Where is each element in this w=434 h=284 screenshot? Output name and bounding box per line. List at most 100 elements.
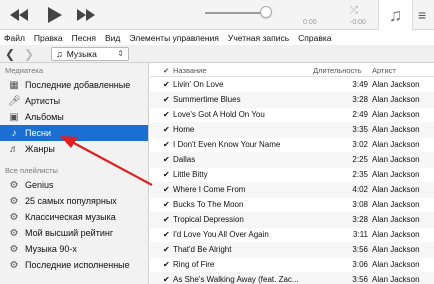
back-button[interactable]: ❮: [5, 47, 15, 61]
volume-slider-track[interactable]: [205, 12, 268, 14]
table-row[interactable]: ✔ Ring of Fire 3:06 Alan Jackson: [150, 257, 434, 273]
list-menu-icon[interactable]: ≡: [418, 7, 426, 23]
menu-view[interactable]: Вид: [105, 33, 120, 43]
song-title: Ring of Fire: [173, 260, 215, 269]
song-artist: Alan Jackson: [372, 245, 420, 254]
column-header-name[interactable]: Название: [173, 66, 207, 75]
table-row[interactable]: ✔ I'd Love You All Over Again 3:11 Alan Jac…: [150, 227, 434, 243]
sidebar-item-label: 25 самых популярных: [25, 196, 117, 206]
check-column-icon[interactable]: ✔: [163, 66, 169, 75]
fast-forward-icon: [77, 9, 95, 21]
rewind-button[interactable]: [8, 5, 30, 25]
menu-help[interactable]: Справка: [298, 33, 331, 43]
fast-forward-button[interactable]: [75, 5, 97, 25]
menu-file[interactable]: Файл: [4, 33, 25, 43]
music-note-icon: ♫: [388, 4, 403, 25]
checkbox-icon[interactable]: ✔: [163, 260, 170, 269]
forward-button[interactable]: ❯: [24, 47, 34, 61]
sidebar-item-recently-played[interactable]: ⚙ Последние исполненные: [0, 257, 148, 273]
checkbox-icon[interactable]: ✔: [163, 155, 170, 164]
song-artist: Alan Jackson: [372, 140, 420, 149]
menu-song[interactable]: Песня: [72, 33, 96, 43]
table-row[interactable]: ✔ I Don't Even Know Your Name 3:02 Alan Jac…: [150, 137, 434, 153]
checkbox-icon[interactable]: ✔: [163, 200, 170, 209]
song-artist: Alan Jackson: [372, 260, 420, 269]
checkbox-icon[interactable]: ✔: [163, 245, 170, 254]
library-section-header: Медиатека: [5, 66, 44, 75]
song-artist: Alan Jackson: [372, 80, 420, 89]
table-row[interactable]: ✔ Little Bitty 2:35 Alan Jackson: [150, 167, 434, 183]
checkbox-icon[interactable]: ✔: [163, 95, 170, 104]
song-duration: 2:25: [352, 155, 368, 164]
gear-icon: ⚙: [9, 259, 19, 271]
rewind-icon: [10, 9, 28, 21]
sidebar-item-genres[interactable]: ♬ Жанры: [0, 141, 148, 157]
gear-icon: ⚙: [9, 179, 19, 191]
song-list: ✔ Название Длительность Артист ✔ Livin' O…: [150, 63, 434, 284]
column-header-artist[interactable]: Артист: [372, 66, 396, 75]
table-row[interactable]: ✔ Love's Got A Hold On You 2:49 Alan Jackso…: [150, 107, 434, 123]
song-artist: Alan Jackson: [372, 170, 420, 179]
song-artist: Alan Jackson: [372, 125, 420, 134]
sidebar-item-90s-music[interactable]: ⚙ Музыка 90-х: [0, 241, 148, 257]
checkbox-icon[interactable]: ✔: [163, 185, 170, 194]
song-artist: Alan Jackson: [372, 110, 420, 119]
library-selector-label: Музыка: [66, 49, 97, 59]
table-row[interactable]: ✔ As She's Walking Away (feat. Zac... 3:56…: [150, 272, 434, 284]
menu-edit[interactable]: Правка: [34, 33, 63, 43]
song-title: Where I Come From: [173, 185, 246, 194]
song-artist: Alan Jackson: [372, 200, 420, 209]
song-duration: 3:11: [353, 230, 368, 239]
gear-icon: ⚙: [9, 243, 19, 255]
sidebar: Медиатека ▦ Последние добавленные 🎤︎ Арт…: [0, 63, 149, 284]
now-playing-art: ♫: [378, 0, 413, 30]
checkbox-icon[interactable]: ✔: [163, 275, 170, 284]
song-duration: 3:28: [352, 215, 368, 224]
sidebar-item-artists[interactable]: 🎤︎ Артисты: [0, 93, 148, 109]
checkbox-icon[interactable]: ✔: [163, 110, 170, 119]
checkbox-icon[interactable]: ✔: [163, 140, 170, 149]
table-row[interactable]: ✔ Livin' On Love 3:49 Alan Jackson: [150, 77, 434, 93]
gear-icon: ⚙: [9, 195, 19, 207]
play-button[interactable]: [45, 5, 65, 25]
song-duration: 4:02: [352, 185, 368, 194]
sidebar-item-genius[interactable]: ⚙ Genius: [0, 177, 148, 193]
table-row[interactable]: ✔ That'd Be Alright 3:56 Alan Jackson: [150, 242, 434, 258]
menu-account[interactable]: Учетная запись: [228, 33, 289, 43]
song-duration: 3:08: [352, 200, 368, 209]
table-row[interactable]: ✔ Summertime Blues 3:28 Alan Jackson: [150, 92, 434, 108]
volume-slider-knob[interactable]: [260, 6, 272, 18]
song-artist: Alan Jackson: [372, 155, 420, 164]
sidebar-item-label: Жанры: [25, 144, 55, 154]
sidebar-item-albums[interactable]: ▣ Альбомы: [0, 109, 148, 125]
song-title: Livin' On Love: [173, 80, 224, 89]
checkbox-icon[interactable]: ✔: [163, 230, 170, 239]
sidebar-item-top-rated[interactable]: ⚙ Мой высший рейтинг: [0, 225, 148, 241]
table-row[interactable]: ✔ Tropical Depression 3:28 Alan Jackson: [150, 212, 434, 228]
table-row[interactable]: ✔ Dallas 2:25 Alan Jackson: [150, 152, 434, 168]
table-row[interactable]: ✔ Home 3:35 Alan Jackson: [150, 122, 434, 138]
gear-icon: ⚙: [9, 227, 19, 239]
song-title: I'd Love You All Over Again: [173, 230, 269, 239]
sidebar-item-songs[interactable]: ♪ Песни: [0, 125, 148, 141]
sidebar-item-recently-added[interactable]: ▦ Последние добавленные: [0, 77, 148, 93]
sidebar-item-label: Последние исполненные: [25, 260, 130, 270]
checkbox-icon[interactable]: ✔: [163, 80, 170, 89]
library-selector[interactable]: ♫ Музыка ⇕: [51, 47, 129, 61]
column-header-duration[interactable]: Длительность: [313, 66, 362, 75]
playlists-section-header: Все плейлисты: [5, 166, 58, 175]
checkbox-icon[interactable]: ✔: [163, 215, 170, 224]
gear-icon: ⚙: [9, 211, 19, 223]
shuffle-icon[interactable]: ⤮: [350, 5, 358, 16]
song-duration: 3:06: [352, 260, 368, 269]
song-title: Little Bitty: [173, 170, 208, 179]
checkbox-icon[interactable]: ✔: [163, 170, 170, 179]
checkbox-icon[interactable]: ✔: [163, 125, 170, 134]
menu-controls[interactable]: Элементы управления: [129, 33, 219, 43]
song-artist: Alan Jackson: [372, 275, 420, 284]
sidebar-item-classical[interactable]: ⚙ Классическая музыка: [0, 209, 148, 225]
sidebar-item-top-25[interactable]: ⚙ 25 самых популярных: [0, 193, 148, 209]
table-row[interactable]: ✔ Where I Come From 4:02 Alan Jackson: [150, 182, 434, 198]
sidebar-item-label: Артисты: [25, 96, 61, 106]
table-row[interactable]: ✔ Bucks To The Moon 3:08 Alan Jackson: [150, 197, 434, 213]
